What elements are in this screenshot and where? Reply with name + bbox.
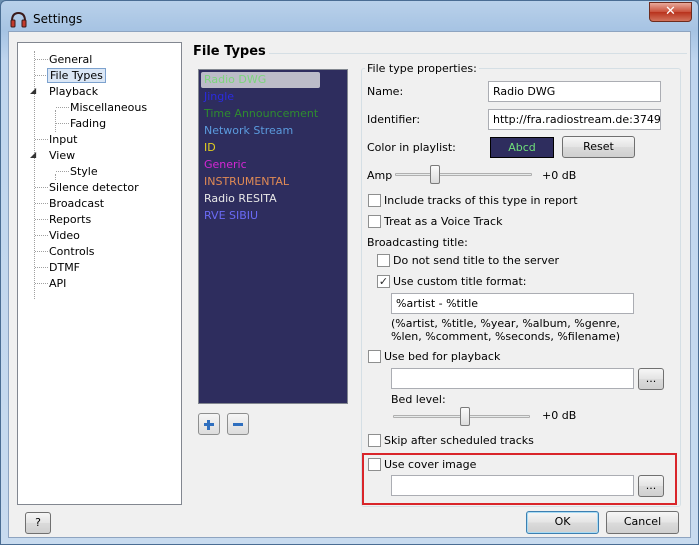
dialog-client-area: ◢ ◢ General File Types Playback Miscella…: [8, 31, 691, 538]
tree-item-input[interactable]: Input: [49, 132, 77, 147]
tree-item-video[interactable]: Video: [49, 228, 80, 243]
tree-item-dtmf[interactable]: DTMF: [49, 260, 80, 275]
tree-item-view[interactable]: View: [49, 148, 75, 163]
tree-line: [35, 203, 48, 204]
format-help-line2: %len, %comment, %seconds, %filename): [391, 330, 621, 343]
tree-item-broadcast[interactable]: Broadcast: [49, 196, 104, 211]
bed-level-label: Bed level:: [391, 393, 446, 406]
file-type-item[interactable]: RVE SIBIU: [204, 208, 258, 224]
color-label: Color in playlist:: [367, 141, 456, 154]
bed-browse-button[interactable]: ...: [638, 368, 664, 390]
tree-line: [35, 139, 48, 140]
file-type-item[interactable]: Radio RESITA: [204, 191, 277, 207]
tree-item-style[interactable]: Style: [70, 164, 98, 179]
file-type-item[interactable]: ID: [204, 140, 216, 156]
file-type-list[interactable]: Radio DWG Jingle Time Announcement Netwo…: [198, 69, 348, 404]
settings-tree[interactable]: ◢ ◢ General File Types Playback Miscella…: [17, 42, 182, 505]
tree-item-api[interactable]: API: [49, 276, 66, 291]
settings-window: Settings ✕ ◢ ◢ General File Types Playba…: [0, 0, 699, 545]
file-type-item[interactable]: Jingle: [204, 89, 234, 105]
tree-line: [35, 251, 48, 252]
remove-file-type-button[interactable]: [227, 413, 249, 435]
tree-line: [56, 123, 69, 124]
dont-send-title-checkbox[interactable]: [377, 254, 390, 267]
ok-button[interactable]: OK: [526, 511, 599, 534]
broadcasting-title-label: Broadcasting title:: [367, 236, 468, 249]
use-bed-checkbox[interactable]: [368, 350, 381, 363]
minus-icon: [233, 423, 243, 426]
tree-item-file-types[interactable]: File Types: [47, 68, 106, 83]
tree-item-silence-detector[interactable]: Silence detector: [49, 180, 139, 195]
section-divider: [269, 53, 687, 54]
expand-triangle-icon[interactable]: ◢: [30, 150, 39, 159]
custom-title-format-field[interactable]: %artist - %title: [391, 293, 634, 314]
bed-level-slider-thumb[interactable]: [460, 407, 470, 426]
window-title: Settings: [33, 12, 83, 26]
tree-line: [35, 283, 48, 284]
tree-item-miscellaneous[interactable]: Miscellaneous: [70, 100, 147, 115]
tree-line: [35, 235, 48, 236]
custom-title-label: Use custom title format:: [393, 275, 527, 288]
close-button[interactable]: ✕: [649, 2, 692, 22]
reset-color-button[interactable]: Reset: [562, 136, 635, 158]
skip-scheduled-checkbox[interactable]: [368, 434, 381, 447]
identifier-field[interactable]: http://fra.radiostream.de:37497: [488, 109, 661, 130]
amp-slider-thumb[interactable]: [430, 165, 440, 184]
name-label: Name:: [367, 85, 404, 98]
tree-line: [56, 107, 69, 108]
tree-line: [35, 219, 48, 220]
name-field[interactable]: Radio DWG: [488, 81, 661, 102]
identifier-label: Identifier:: [367, 113, 421, 126]
voice-track-checkbox[interactable]: [368, 215, 381, 228]
tree-item-general[interactable]: General: [49, 52, 92, 67]
bed-level-value: +0 dB: [542, 409, 577, 422]
color-sample-button[interactable]: Abcd: [490, 137, 554, 158]
file-type-item[interactable]: Time Announcement: [204, 106, 318, 122]
custom-title-checkbox[interactable]: ✓: [377, 275, 390, 288]
add-file-type-button[interactable]: [198, 413, 220, 435]
tree-line: [55, 110, 56, 132]
help-button[interactable]: ?: [25, 512, 51, 534]
skip-scheduled-label: Skip after scheduled tracks: [384, 434, 534, 447]
format-help-line1: (%artist, %title, %year, %album, %genre,: [391, 317, 620, 330]
close-icon: ✕: [665, 4, 676, 19]
tree-line: [35, 59, 48, 60]
headphones-app-icon: [10, 11, 27, 28]
tree-item-controls[interactable]: Controls: [49, 244, 95, 259]
use-bed-label: Use bed for playback: [384, 350, 501, 363]
amp-slider-track[interactable]: [395, 173, 532, 176]
file-type-item[interactable]: Network Stream: [204, 123, 293, 139]
tree-line: [35, 187, 48, 188]
cover-image-checkbox[interactable]: [368, 458, 381, 471]
amp-value: +0 dB: [542, 169, 577, 182]
cover-image-field[interactable]: [391, 475, 634, 496]
tree-item-playback[interactable]: Playback: [49, 84, 98, 99]
file-type-item[interactable]: Radio DWG: [201, 72, 320, 88]
include-reports-checkbox[interactable]: [368, 194, 381, 207]
plus-icon-stem: [207, 420, 210, 430]
cover-image-label: Use cover image: [384, 458, 477, 471]
voice-track-label: Treat as a Voice Track: [384, 215, 503, 228]
tree-item-fading[interactable]: Fading: [70, 116, 106, 131]
cover-image-browse-button[interactable]: ...: [638, 475, 664, 497]
include-reports-label: Include tracks of this type in report: [384, 194, 578, 207]
dont-send-title-label: Do not send title to the server: [393, 254, 560, 267]
cancel-button[interactable]: Cancel: [606, 511, 679, 534]
expand-triangle-icon[interactable]: ◢: [30, 86, 39, 95]
tree-line: [35, 267, 48, 268]
bed-file-field[interactable]: [391, 368, 634, 389]
tree-line: [56, 171, 69, 172]
tree-item-reports[interactable]: Reports: [49, 212, 91, 227]
file-type-item[interactable]: INSTRUMENTAL: [204, 174, 289, 190]
file-type-item[interactable]: Generic: [204, 157, 247, 173]
group-label: File type properties:: [365, 62, 479, 75]
section-title: File Types: [193, 44, 266, 59]
amp-label: Amp: [367, 169, 393, 182]
